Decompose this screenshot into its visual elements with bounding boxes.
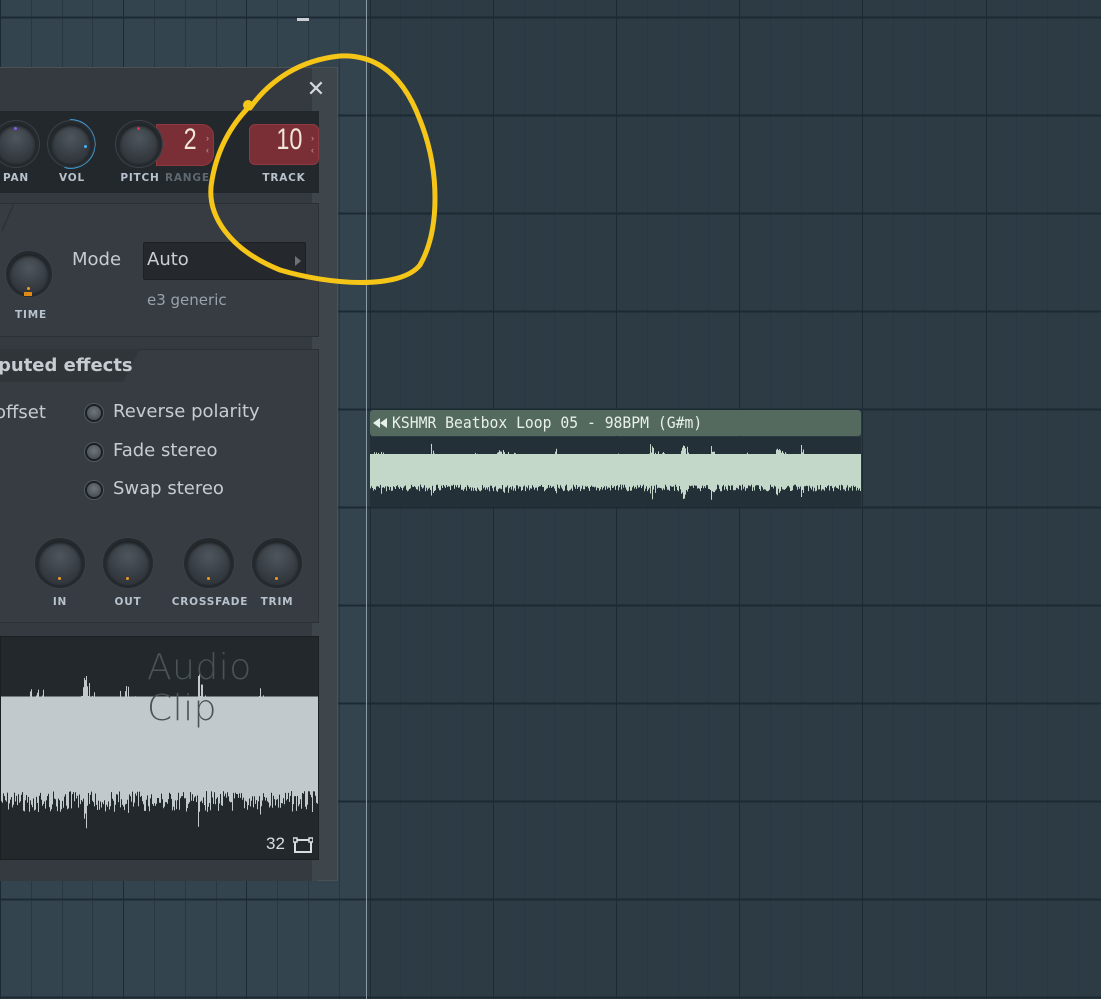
crossfade-knob[interactable] <box>187 541 231 585</box>
out-knob[interactable] <box>106 541 150 585</box>
track-down-icon[interactable]: ‹ <box>311 145 314 155</box>
range-up-icon[interactable]: › <box>206 133 209 143</box>
pan-indicator <box>14 127 17 130</box>
out-label: OUT <box>114 596 142 608</box>
range-value: 2 <box>183 123 197 156</box>
range-down-icon[interactable]: ‹ <box>206 145 209 155</box>
minimize-icon[interactable] <box>297 18 309 21</box>
track-value: 10 <box>275 123 302 156</box>
track-up-icon[interactable]: › <box>311 133 314 143</box>
time-knob[interactable] <box>9 254 49 296</box>
track-stepper[interactable]: 10 › ‹ <box>249 123 319 165</box>
swap-stereo-checkbox[interactable] <box>85 481 103 499</box>
offset-label: offset <box>0 402 46 423</box>
audio-clip-watermark: Audio Clip <box>147 647 252 729</box>
range-label: RANGE <box>165 172 210 184</box>
swap-stereo-label[interactable]: Swap stereo <box>113 478 224 499</box>
pan-label: PAN <box>2 172 30 184</box>
in-knob[interactable] <box>38 541 82 585</box>
vol-label: VOL <box>59 172 85 184</box>
pitch-label: PITCH <box>120 172 160 184</box>
range-stepper[interactable]: 2 › ‹ <box>156 123 214 166</box>
reverse-polarity-label[interactable]: Reverse polarity <box>113 401 260 422</box>
vol-knob[interactable] <box>51 124 91 164</box>
audio-clip-body <box>370 437 861 507</box>
audio-clip-header[interactable]: KSHMR Beatbox Loop 05 - 98BPM (G#m) <box>370 410 861 436</box>
fade-stereo-checkbox[interactable] <box>85 443 103 461</box>
audio-clip-icon[interactable] <box>373 418 389 428</box>
fade-stereo-label[interactable]: Fade stereo <box>113 440 218 461</box>
close-icon[interactable]: ✕ <box>306 79 326 101</box>
crossfade-label: CROSSFADE <box>171 596 249 608</box>
time-indicator <box>27 287 30 290</box>
pitch-indicator <box>137 127 140 130</box>
time-marker <box>24 292 32 296</box>
audio-clip-title: KSHMR Beatbox Loop 05 - 98BPM (G#m) <box>392 413 703 432</box>
in-label: IN <box>52 596 68 608</box>
trim-knob[interactable] <box>255 541 299 585</box>
mode-value: Auto <box>147 249 189 270</box>
section-tab-edge <box>1 203 15 232</box>
audio-clip-waveform <box>370 443 861 500</box>
in-indicator <box>58 577 61 580</box>
resize-icon[interactable] <box>293 836 313 854</box>
dropdown-arrow-icon <box>295 256 301 266</box>
trim-label: TRIM <box>260 596 294 608</box>
audio-clip[interactable]: KSHMR Beatbox Loop 05 - 98BPM (G#m) <box>369 409 862 507</box>
pitch-knob-overlay <box>119 124 159 164</box>
precomputed-effects-title: puted effects <box>0 355 133 376</box>
time-label: TIME <box>15 309 47 321</box>
mode-dropdown[interactable]: Auto <box>143 242 306 280</box>
sample-waveform-preview[interactable]: Audio Clip 32 <box>0 636 319 860</box>
trim-indicator <box>275 577 278 580</box>
resolution-value: 32 <box>266 834 285 853</box>
mode-label: Mode <box>72 249 122 270</box>
crossfade-indicator <box>207 577 210 580</box>
reverse-polarity-checkbox[interactable] <box>85 404 103 422</box>
mode-description: e3 generic <box>147 291 227 309</box>
out-indicator <box>126 577 129 580</box>
vol-indicator <box>84 145 87 148</box>
track-label: TRACK <box>262 172 306 184</box>
waveform-path <box>370 443 861 500</box>
